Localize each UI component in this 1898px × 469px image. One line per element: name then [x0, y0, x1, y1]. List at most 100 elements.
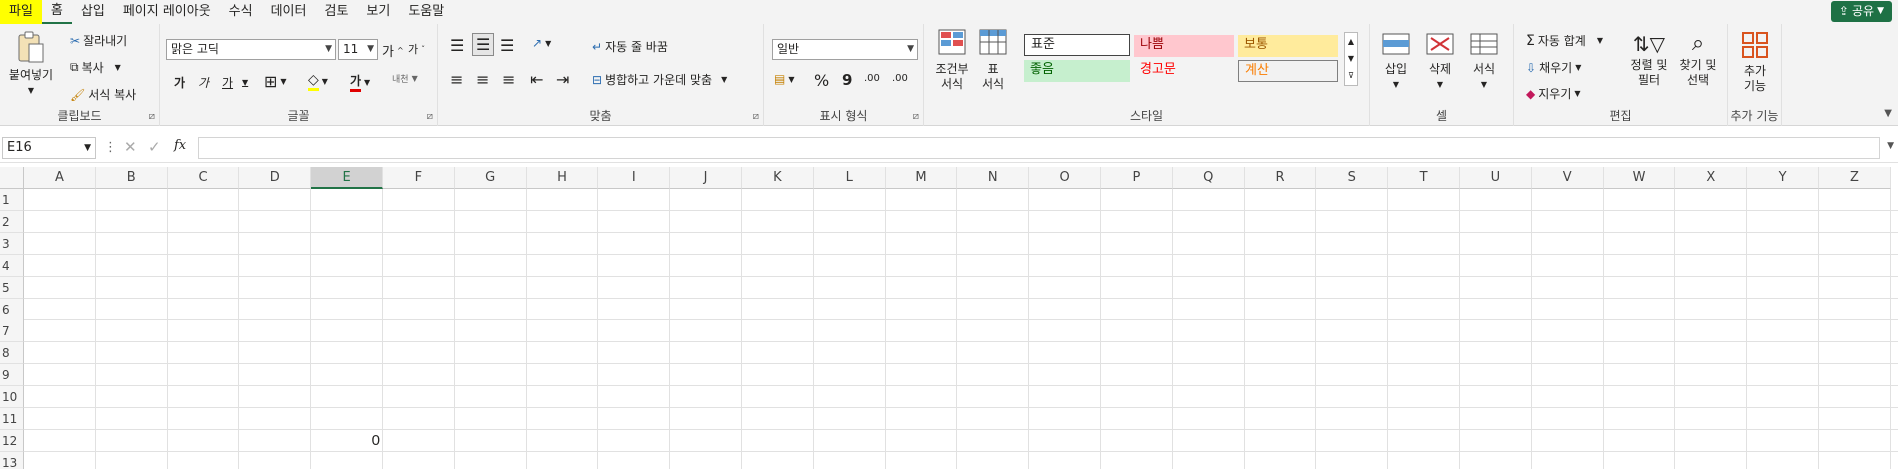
column-header-x[interactable]: X [1675, 167, 1748, 189]
italic-button[interactable]: 가 [198, 74, 209, 91]
font-color-button[interactable]: 가 ▼ [350, 72, 370, 92]
style-warning[interactable]: 경고문 [1134, 60, 1234, 82]
worksheet-grid[interactable]: A B C D E F G H I J K L M N O P Q R S T U V W X Y Z 1 2 3 4 5 6 7 8 9 10 11 1… [0, 167, 1898, 469]
row-header-12[interactable]: 12 [0, 429, 24, 452]
column-header-j[interactable]: J [670, 167, 742, 189]
align-right-button[interactable]: ≡ [502, 70, 515, 89]
tab-formulas[interactable]: 수식 [220, 0, 262, 24]
decrease-indent-button[interactable]: ⇤ [530, 70, 543, 89]
column-header-f[interactable]: F [383, 167, 455, 189]
column-header-y[interactable]: Y [1747, 167, 1819, 189]
column-header-s[interactable]: S [1316, 167, 1389, 189]
clear-button[interactable]: ◆ 지우기 ▼ [1526, 85, 1581, 102]
column-header-p[interactable]: P [1101, 167, 1173, 189]
column-header-r[interactable]: R [1244, 167, 1317, 189]
row-header-8[interactable]: 8 [0, 342, 24, 365]
font-size-combo[interactable]: 11 ▼ [338, 39, 378, 60]
autosum-button[interactable]: Σ 자동 합계 ▼ [1526, 32, 1603, 49]
sort-filter-button[interactable]: ⇅▽ 정렬 및 필터 [1626, 30, 1672, 88]
number-format-combo[interactable]: 일반 ▼ [772, 39, 918, 60]
format-as-table-button[interactable]: 표 서식 [976, 28, 1010, 92]
cut-button[interactable]: ✂ 잘라내기 [70, 32, 127, 49]
column-header-o[interactable]: O [1029, 167, 1101, 189]
increase-indent-button[interactable]: ⇥ [556, 70, 569, 89]
column-header-n[interactable]: N [957, 167, 1030, 189]
align-left-button[interactable]: ≡ [450, 70, 463, 89]
row-header-6[interactable]: 6 [0, 298, 24, 321]
name-box[interactable]: E16 ▼ [2, 137, 96, 159]
formula-input[interactable] [198, 137, 1880, 159]
dialog-launcher-icon[interactable]: ⧄ [913, 111, 919, 122]
row-header-1[interactable]: 1 [0, 189, 24, 211]
delete-cells-button[interactable]: 삭제 ▼ [1420, 32, 1460, 92]
style-good[interactable]: 좋음 [1024, 60, 1130, 82]
select-all-button[interactable] [0, 167, 24, 189]
grow-font-button[interactable]: 가 ^ [382, 41, 404, 60]
orientation-button[interactable]: ↗ ▼ [532, 36, 551, 50]
insert-cells-button[interactable]: 삽입 ▼ [1376, 32, 1416, 92]
column-header-e[interactable]: E [311, 167, 383, 189]
column-header-a[interactable]: A [24, 167, 96, 189]
share-button[interactable]: ⇪ 공유 ▼ [1830, 1, 1892, 22]
shrink-font-button[interactable]: 가ˇ [408, 41, 425, 57]
enter-icon[interactable]: ✓ [148, 138, 161, 156]
style-calculation[interactable]: 계산 [1238, 60, 1338, 82]
align-bottom-button[interactable]: ☰ [500, 36, 514, 55]
column-header-k[interactable]: K [742, 167, 814, 189]
dialog-launcher-icon[interactable]: ⧄ [427, 111, 433, 122]
fill-color-button[interactable]: ◇ ▼ [308, 72, 328, 91]
row-header-5[interactable]: 5 [0, 276, 24, 299]
collapse-ribbon-icon[interactable]: ▼ [1884, 108, 1892, 119]
fill-button[interactable]: ⇩ 채우기 ▼ [1526, 59, 1581, 76]
column-header-d[interactable]: D [239, 167, 312, 189]
row-header-4[interactable]: 4 [0, 254, 24, 277]
tab-review[interactable]: 검토 [315, 0, 357, 24]
addins-button[interactable]: 추가 기능 [1734, 30, 1776, 94]
align-center-button[interactable]: ≡ [476, 70, 489, 89]
wrap-text-button[interactable]: ↵ 자동 줄 바꿈 [592, 38, 668, 55]
column-header-l[interactable]: L [813, 167, 886, 189]
percent-button[interactable]: % [814, 71, 829, 90]
copy-button[interactable]: ⧉ 복사 ▼ [70, 59, 121, 76]
column-header-i[interactable]: I [598, 167, 671, 189]
format-painter-button[interactable]: 🖌 서식 복사 [70, 86, 136, 103]
column-header-t[interactable]: T [1388, 167, 1460, 189]
row-header-9[interactable]: 9 [0, 364, 24, 387]
column-header-c[interactable]: C [167, 167, 240, 189]
bold-button[interactable]: 가 [174, 74, 185, 91]
decrease-decimal-button[interactable]: .00 [892, 73, 908, 84]
style-bad[interactable]: 나쁨 [1134, 35, 1234, 57]
format-cells-button[interactable]: 서식 ▼ [1464, 32, 1504, 92]
tab-file[interactable]: 파일 [0, 0, 42, 24]
merge-center-button[interactable]: ⊟ 병합하고 가운데 맞춤 ▼ [592, 71, 727, 88]
cancel-icon[interactable]: ✕ [124, 138, 137, 156]
column-header-g[interactable]: G [454, 167, 527, 189]
column-header-u[interactable]: U [1460, 167, 1532, 189]
paste-button[interactable]: 붙여넣기 ▼ [8, 30, 54, 98]
styles-gallery-scroll[interactable]: ▲ ▼ ⊽ [1344, 32, 1358, 86]
cell-e12[interactable]: 0 [311, 430, 383, 451]
expand-formula-bar-icon[interactable]: ▼ [1887, 141, 1894, 151]
tab-home[interactable]: 홈 [41, 0, 72, 24]
font-name-combo[interactable]: 맑은 고딕 ▼ [166, 39, 336, 60]
column-header-h[interactable]: H [526, 167, 599, 189]
row-header-10[interactable]: 10 [0, 386, 24, 409]
column-header-w[interactable]: W [1603, 167, 1676, 189]
phonetic-button[interactable]: 내천 ▼ [392, 72, 418, 85]
column-header-v[interactable]: V [1531, 167, 1604, 189]
more-options-icon[interactable]: ⋮ [104, 140, 117, 155]
row-header-11[interactable]: 11 [0, 408, 24, 430]
row-header-7[interactable]: 7 [0, 320, 24, 343]
dialog-launcher-icon[interactable]: ⧄ [149, 111, 155, 122]
comma-style-button[interactable]: 9 [842, 71, 852, 89]
accounting-format-button[interactable]: ▤ ▼ [774, 72, 795, 86]
underline-button[interactable]: 가 ▼ [222, 74, 248, 91]
column-header-z[interactable]: Z [1819, 167, 1891, 189]
insert-function-button[interactable]: fx [174, 138, 186, 153]
tab-data[interactable]: 데이터 [262, 0, 316, 24]
align-middle-button[interactable]: ☰ [472, 33, 495, 56]
row-header-2[interactable]: 2 [0, 210, 24, 233]
borders-button[interactable]: ⊞ ▼ [264, 72, 287, 91]
tab-view[interactable]: 보기 [357, 0, 399, 24]
increase-decimal-button[interactable]: .00 [864, 73, 880, 84]
